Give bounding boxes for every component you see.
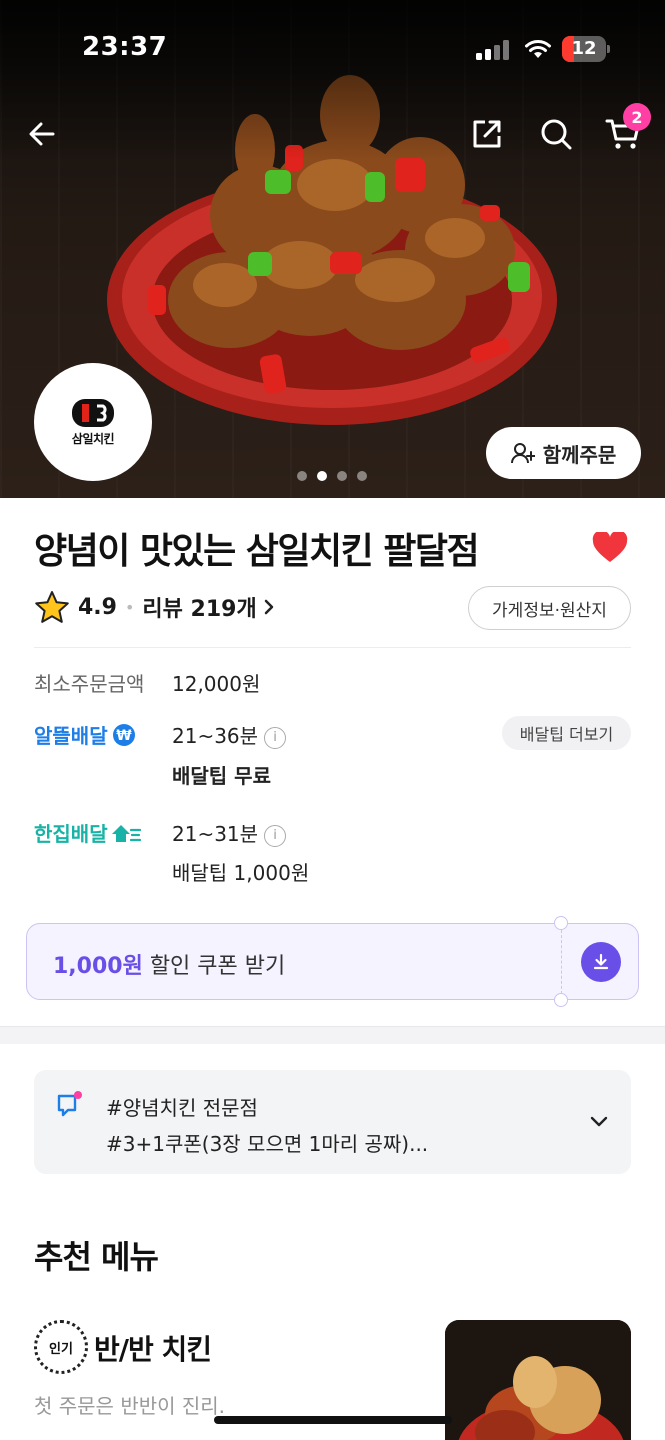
popular-badge: 인기 — [34, 1320, 88, 1374]
half-half-chicken-photo — [445, 1320, 631, 1440]
cart-count-badge: 2 — [623, 103, 651, 131]
search-icon — [541, 119, 572, 150]
delivery-tip-more-button[interactable]: 배달팁 더보기 — [502, 716, 631, 750]
notice-line-2: #3+1쿠폰(3장 모으면 1마리 공짜)... — [106, 1132, 429, 1156]
carousel-dot[interactable] — [317, 471, 327, 481]
section-divider — [0, 1026, 665, 1044]
info-icon[interactable]: i — [264, 824, 287, 847]
logo-wordmark: 삼일치킨 — [71, 431, 115, 446]
wifi-icon — [525, 40, 551, 58]
group-order-button[interactable]: 함께주문 — [486, 427, 641, 479]
carousel-indicator — [297, 471, 367, 481]
hanjip-label: 한집배달 — [34, 822, 108, 846]
battery-level: 12 — [571, 38, 597, 59]
review-link[interactable]: 리뷰 219개 — [142, 591, 274, 623]
download-icon — [593, 953, 609, 970]
share-button[interactable] — [465, 112, 509, 156]
favorite-button[interactable] — [592, 530, 628, 568]
coupon-download-banner[interactable]: 1,000원 할인 쿠폰 받기 — [26, 916, 639, 1007]
status-time: 23:37 — [82, 32, 168, 62]
alttul-time-text: 21~36분 — [172, 724, 259, 748]
review-count-label: 리뷰 219개 — [142, 597, 257, 622]
recommended-menu-title: 추천 메뉴 — [34, 1238, 159, 1276]
min-order-value: 12,000원 — [172, 672, 261, 696]
home-indicator[interactable] — [214, 1416, 452, 1424]
info-icon[interactable]: i — [264, 726, 287, 749]
separator-dot: • — [124, 597, 135, 617]
share-icon — [473, 120, 501, 148]
menu-item-name: 반/반 치킨 — [94, 1333, 212, 1366]
status-bar: 23:37 12 — [0, 0, 665, 100]
battery-indicator: 12 — [562, 36, 610, 62]
alttul-time: 21~36분 i — [172, 720, 287, 749]
announcement-icon — [57, 1091, 82, 1117]
rating-row: 4.9 • 리뷰 219개 — [34, 588, 275, 626]
divider — [34, 647, 631, 648]
heart-icon — [592, 530, 628, 562]
search-button[interactable] — [534, 112, 578, 156]
coupon-download-button[interactable] — [581, 942, 621, 982]
coupon-label: 할인 쿠폰 받기 — [142, 954, 286, 979]
coupon-perforation — [561, 930, 562, 994]
popular-badge-text: 인기 — [49, 1341, 73, 1357]
store-logo: 삼일치킨 — [34, 363, 152, 481]
menu-item-description: 첫 주문은 반반이 진리. — [34, 1394, 226, 1418]
hanjip-time: 21~31분 i — [172, 818, 287, 847]
notice-line-1: #양념치킨 전문점 — [106, 1096, 258, 1120]
svg-text:₩: ₩ — [116, 728, 132, 744]
chevron-right-icon — [264, 599, 273, 615]
alttul-delivery-brand: 알뜰배달 ₩ — [34, 720, 136, 749]
fast-home-icon — [111, 824, 141, 842]
rating-value: 4.9 — [78, 594, 117, 620]
min-order-label: 최소주문금액 — [34, 672, 145, 696]
coupon-notch-bottom — [554, 993, 568, 1007]
coupon-notch-top — [554, 916, 568, 930]
store-notice[interactable]: #양념치킨 전문점 #3+1쿠폰(3장 모으면 1마리 공짜)... — [34, 1070, 631, 1174]
alttul-label: 알뜰배달 — [34, 724, 108, 748]
add-person-icon — [510, 443, 535, 464]
menu-item-thumbnail — [445, 1320, 631, 1440]
carousel-dot[interactable] — [297, 471, 307, 481]
cell-signal-icon — [476, 40, 509, 60]
hanjip-delivery-brand: 한집배달 — [34, 818, 142, 847]
chevron-down-icon — [590, 1116, 608, 1127]
carousel-dot[interactable] — [337, 471, 347, 481]
coupon-text: 1,000원 할인 쿠폰 받기 — [53, 948, 285, 980]
carousel-dot[interactable] — [357, 471, 367, 481]
star-icon — [35, 591, 69, 623]
store-info-button[interactable]: 가게정보·원산지 — [468, 586, 631, 630]
hanjip-time-text: 21~31분 — [172, 822, 259, 846]
group-order-label: 함께주문 — [542, 442, 617, 467]
won-coin-icon: ₩ — [112, 723, 135, 746]
store-name: 양념이 맛있는 삼일치킨 팔달점 — [34, 531, 480, 572]
alttul-tip: 배달팁 무료 — [172, 764, 271, 788]
arrow-left-icon — [29, 122, 55, 146]
hanjip-tip: 배달팁 1,000원 — [172, 861, 310, 885]
back-button[interactable] — [20, 112, 64, 156]
samil-logo-mark — [72, 398, 114, 427]
coupon-amount: 1,000원 — [53, 954, 143, 979]
